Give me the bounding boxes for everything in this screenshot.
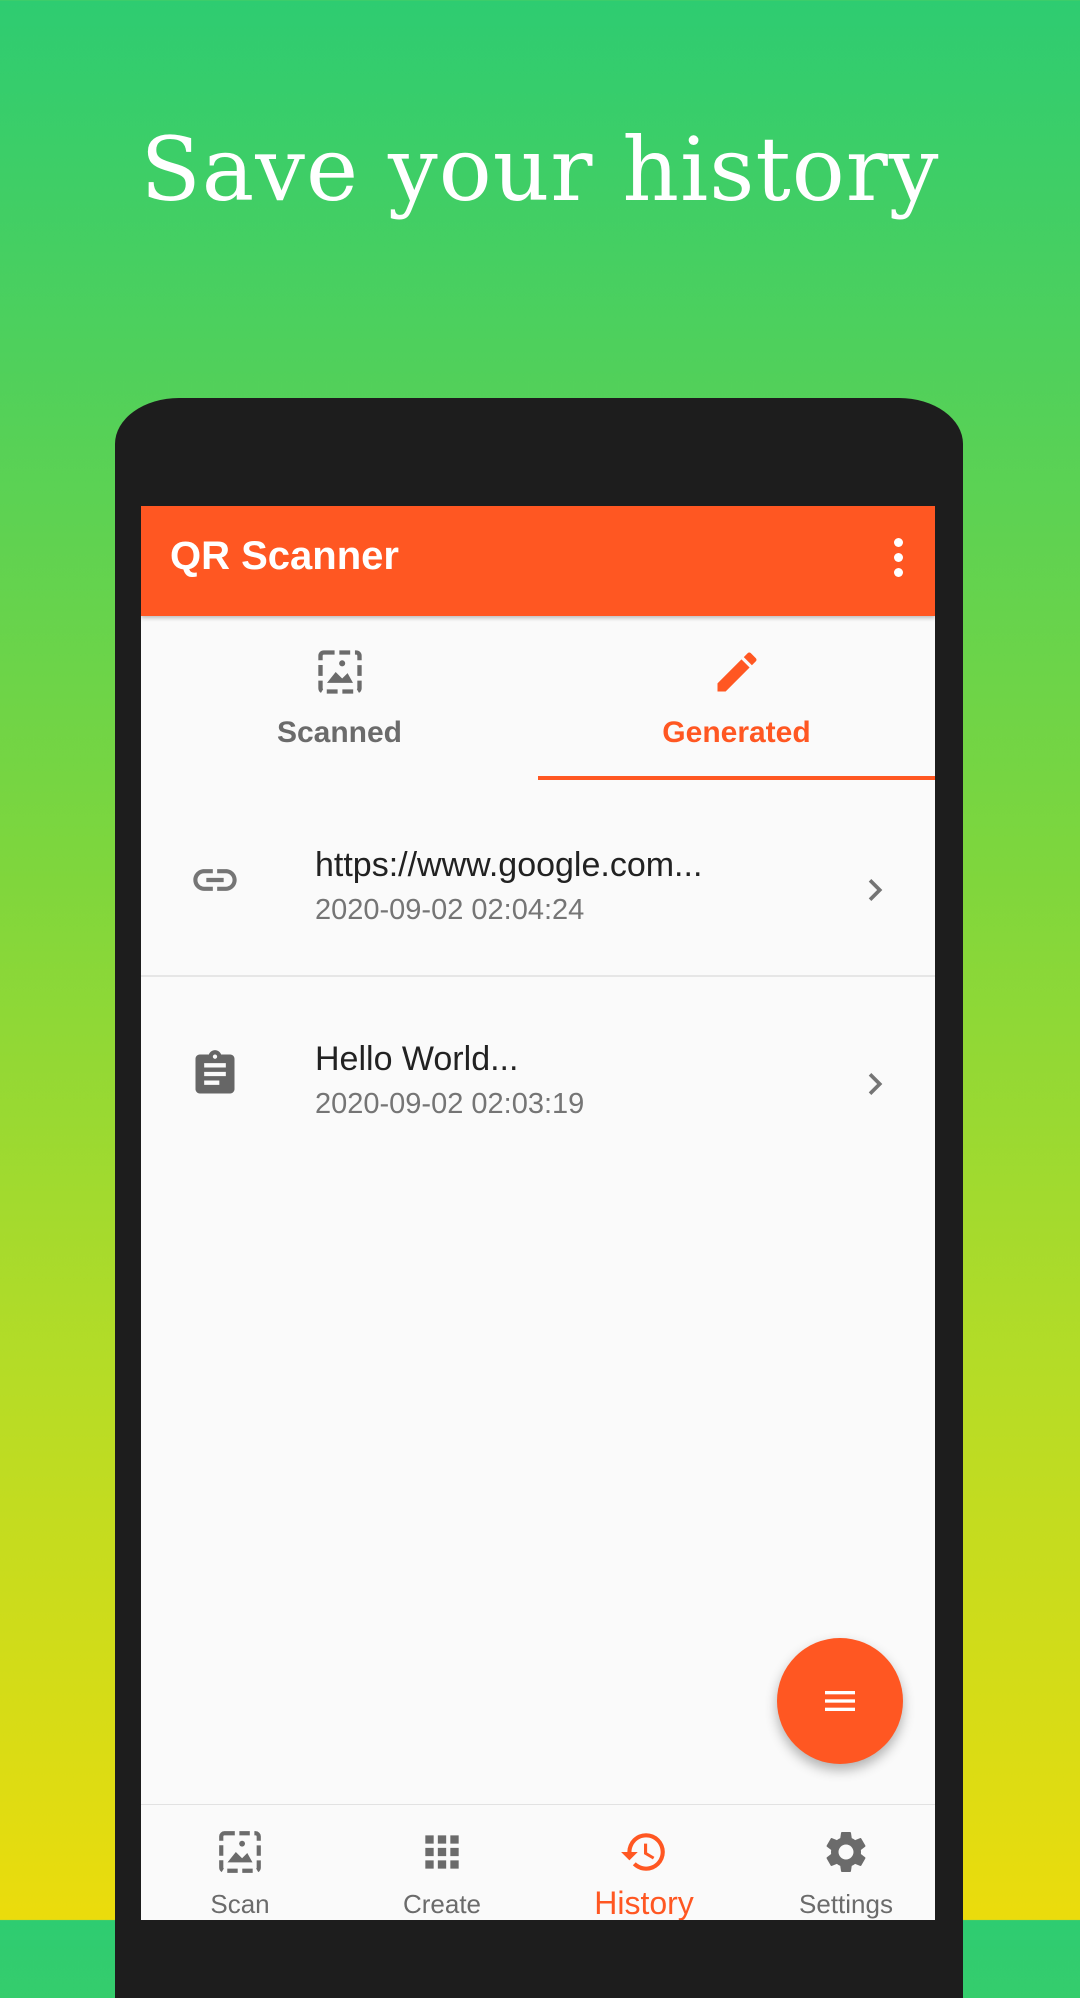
bottom-navigation: Scan Create History Settings — [141, 1804, 935, 1920]
gear-icon — [826, 1832, 866, 1872]
nav-label-scan: Scan — [210, 1889, 270, 1919]
pencil-icon — [717, 652, 757, 692]
nav-label-settings: Settings — [799, 1889, 893, 1919]
nav-label-create: Create — [402, 1889, 482, 1919]
nav-item-history[interactable]: History — [545, 1805, 743, 1920]
history-item[interactable]: https://www.google.com... 2020-09-02 02:… — [141, 796, 935, 988]
tab-scanned[interactable]: Scanned — [141, 616, 538, 782]
tab-scanned-label: Scanned — [276, 716, 403, 749]
chevron-right-icon — [868, 879, 883, 901]
history-item-title: Hello World... — [315, 1040, 519, 1078]
tab-generated[interactable]: Generated — [538, 616, 935, 782]
history-item-date: 2020-09-02 02:03:19 — [315, 1088, 585, 1120]
grid-icon — [425, 1835, 459, 1869]
clipboard-text-icon — [195, 1050, 235, 1094]
nav-item-create[interactable]: Create — [343, 1805, 541, 1920]
history-item-date: 2020-09-02 02:04:24 — [315, 894, 585, 926]
app-screen: QR Scanner Scanned Generated https://www… — [141, 506, 935, 1920]
headline: Save your history — [140, 118, 940, 221]
tab-indicator — [538, 776, 935, 780]
more-vert-icon[interactable] — [891, 538, 905, 582]
fab-menu-button[interactable] — [777, 1638, 903, 1764]
menu-lines-icon — [825, 1691, 855, 1711]
nav-label-history: History — [594, 1885, 694, 1920]
image-icon — [219, 1831, 261, 1873]
history-item-title: https://www.google.com... — [315, 846, 703, 884]
history-icon — [621, 1833, 665, 1871]
image-icon — [317, 650, 362, 694]
chevron-right-icon — [868, 1073, 883, 1095]
nav-item-settings[interactable]: Settings — [747, 1805, 935, 1920]
app-title: QR Scanner — [170, 534, 399, 578]
link-icon — [193, 869, 237, 891]
history-item[interactable]: Hello World... 2020-09-02 02:03:19 — [141, 990, 935, 1182]
tab-generated-label: Generated — [662, 716, 811, 749]
history-tabs: Scanned Generated — [141, 616, 935, 782]
app-bar: QR Scanner — [141, 506, 935, 616]
list-divider — [141, 975, 935, 977]
nav-item-scan[interactable]: Scan — [141, 1805, 339, 1920]
